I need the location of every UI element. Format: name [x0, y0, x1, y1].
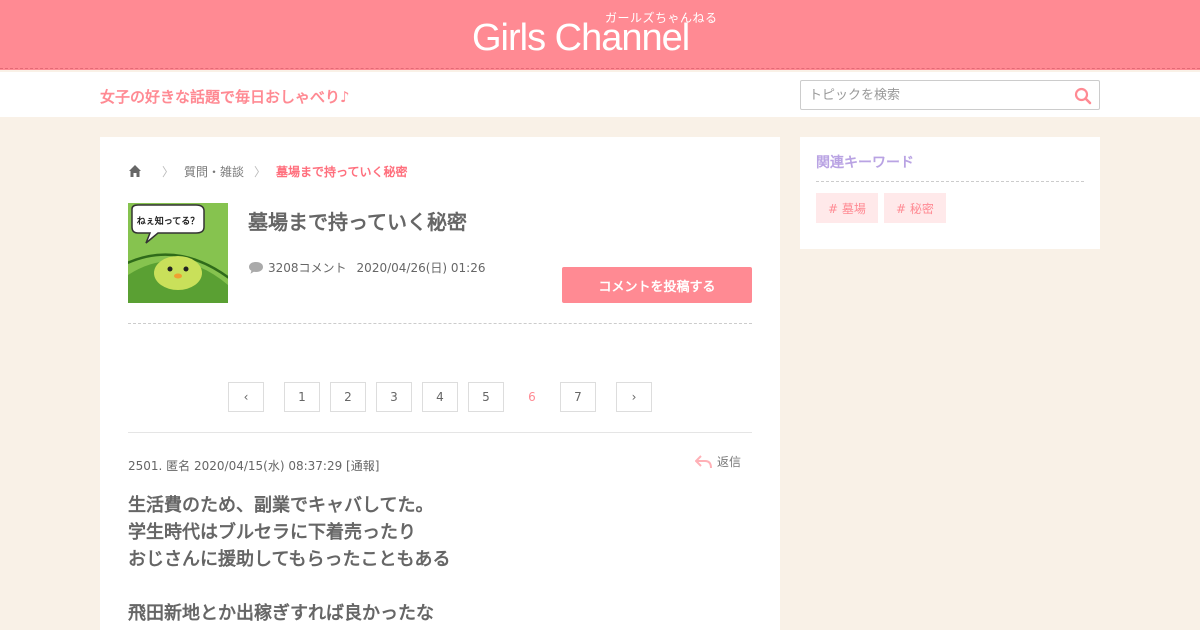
home-icon[interactable] — [128, 164, 142, 178]
post-comment-button[interactable]: コメントを投稿する — [562, 267, 752, 303]
topic-thumbnail: ねぇ知ってる？ — [128, 203, 228, 303]
pagination-next-button[interactable]: › — [616, 382, 652, 412]
topic-card: 〉 質問・雑談 〉 墓場まで持っていく秘密 ねぇ知ってる？ 墓場まで持っていく秘… — [100, 137, 780, 630]
search-icon[interactable] — [1073, 86, 1093, 106]
page-link-2[interactable]: 2 — [330, 382, 366, 412]
sidebar-divider — [816, 181, 1084, 182]
bird-mascot-image: ねぇ知ってる？ — [128, 203, 228, 303]
search-input[interactable] — [809, 86, 1069, 104]
comment-divider — [128, 432, 752, 433]
comment-line: 生活費のため、副業でキャバしてた。 — [128, 495, 434, 516]
related-keywords-title: 関連キーワード — [816, 155, 914, 171]
header-divider — [0, 68, 1200, 69]
page-link-1[interactable]: 1 — [284, 382, 320, 412]
section-divider — [128, 323, 752, 324]
page-link-4[interactable]: 4 — [422, 382, 458, 412]
topic-title: 墓場まで持っていく秘密 — [248, 210, 467, 234]
keyword-tag[interactable]: # 秘密 — [884, 193, 946, 223]
comment-bubble-icon — [249, 261, 263, 274]
pagination-prev-button[interactable]: ‹ — [228, 382, 264, 412]
topic-meta: 3208コメント 2020/04/26(日) 01:26 — [248, 259, 485, 276]
topic-date: 2020/04/26(日) 01:26 — [356, 261, 486, 275]
site-tagline: 女子の好きな話題で毎日おしゃべり♪ — [100, 88, 350, 106]
pagination: ‹ 1 2 3 4 5 6 7 › — [100, 382, 780, 412]
comment-line: 飛田新地とか出稼ぎすれば良かったな — [128, 603, 434, 624]
comment-line: おじさんに援助してもらったこともある — [128, 549, 451, 570]
page-link-3[interactable]: 3 — [376, 382, 412, 412]
chevron-right-icon: 〉 — [254, 164, 267, 179]
site-logo[interactable]: Girls Channel — [472, 19, 690, 57]
breadcrumb: 〉 質問・雑談 〉 墓場まで持っていく秘密 — [128, 162, 407, 180]
chevron-right-icon: 〉 — [162, 164, 175, 179]
search-box[interactable] — [800, 80, 1100, 110]
comment-count: 3208コメント — [268, 261, 347, 275]
page-current-6: 6 — [514, 382, 550, 412]
reply-label[interactable]: 返信 — [717, 453, 741, 470]
reply-button[interactable]: 返信 — [695, 453, 741, 470]
comment-header: 2501. 匿名 2020/04/15(水) 08:37:29 [通報] — [128, 459, 380, 473]
comment-line-blank — [128, 573, 748, 600]
keyword-tag[interactable]: # 墓場 — [816, 193, 878, 223]
reply-arrow-icon — [695, 454, 712, 468]
thumbnail-caption: ねぇ知ってる？ — [137, 215, 200, 227]
breadcrumb-current: 墓場まで持っていく秘密 — [276, 164, 408, 179]
page-link-5[interactable]: 5 — [468, 382, 504, 412]
related-keywords-panel: 関連キーワード # 墓場 # 秘密 — [800, 137, 1100, 249]
page-link-7[interactable]: 7 — [560, 382, 596, 412]
comment-body: 生活費のため、副業でキャバしてた。 学生時代はブルセラに下着売ったり おじさんに… — [128, 492, 748, 627]
breadcrumb-category[interactable]: 質問・雑談 — [184, 163, 244, 180]
comment-line: 学生時代はブルセラに下着売ったり — [128, 522, 416, 543]
